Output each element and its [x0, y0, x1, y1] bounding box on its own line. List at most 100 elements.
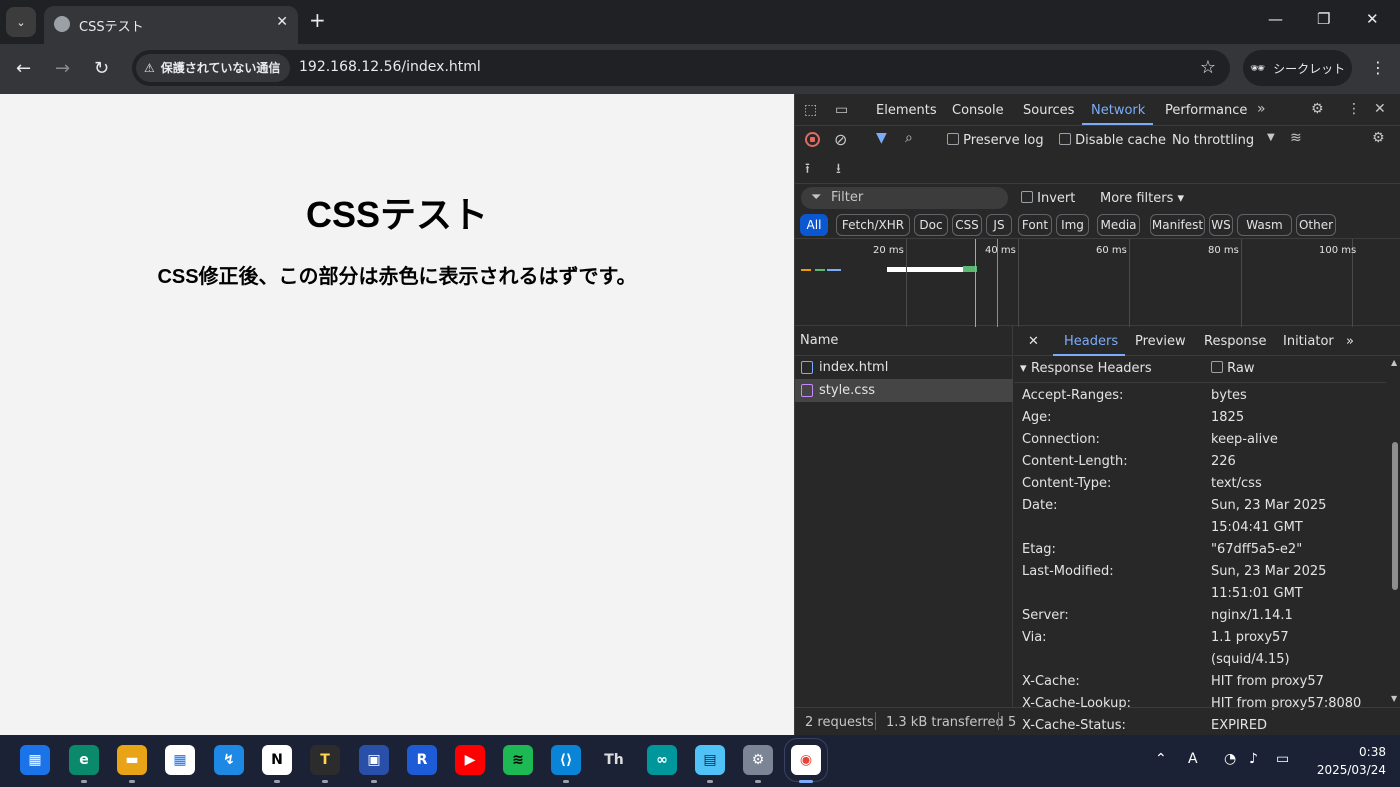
header-row[interactable]: X-Cache: HIT from proxy57	[1022, 671, 1382, 693]
tab-network[interactable]: Network	[1091, 103, 1145, 118]
app-13-icon[interactable]: Th	[599, 745, 629, 775]
close-window-icon[interactable]: ✕	[1366, 10, 1379, 28]
type-filter-js[interactable]: JS	[986, 214, 1012, 236]
header-row[interactable]: Accept-Ranges: bytes	[1022, 385, 1382, 407]
notion-icon[interactable]: N	[262, 745, 292, 775]
type-filter-media[interactable]: Media	[1097, 214, 1140, 236]
battery-icon[interactable]: ▭	[1276, 751, 1289, 767]
checkbox[interactable]	[947, 133, 959, 145]
dropdown-caret-icon[interactable]: ▼	[1267, 132, 1275, 143]
request-row-style-css[interactable]: style.css	[795, 379, 1013, 402]
header-row[interactable]: Date: Sun, 23 Mar 2025 15:04:41 GMT	[1022, 495, 1382, 539]
scroll-down-icon[interactable]: ▼	[1391, 694, 1397, 703]
clear-icon[interactable]: ⊘	[834, 130, 847, 149]
file-explorer-icon[interactable]: ▬	[117, 745, 147, 775]
checkbox[interactable]	[1021, 191, 1033, 203]
more-detail-tabs-icon[interactable]: »	[1346, 334, 1354, 349]
import-har-icon[interactable]: ⭱	[805, 158, 810, 182]
header-row[interactable]: Etag: "67dff5a5-e2"	[1022, 539, 1382, 561]
tab-initiator[interactable]: Initiator	[1283, 334, 1334, 349]
type-filter-ws[interactable]: WS	[1209, 214, 1233, 236]
app-9-icon[interactable]: R	[407, 745, 437, 775]
minimize-icon[interactable]: —	[1268, 10, 1283, 28]
tab-performance[interactable]: Performance	[1165, 103, 1247, 118]
url-text[interactable]: 192.168.12.56/index.html	[299, 59, 481, 75]
settings-icon[interactable]: ⚙	[743, 745, 773, 775]
tab-close-button[interactable]: ✕	[276, 14, 288, 30]
type-filter-manifest[interactable]: Manifest	[1150, 214, 1205, 236]
export-har-icon[interactable]: ⭳	[836, 158, 841, 182]
chrome-icon[interactable]: ◉	[784, 738, 828, 782]
type-filter-fetchxhr[interactable]: Fetch/XHR	[836, 214, 910, 236]
search-icon[interactable]: ⌕	[905, 130, 913, 146]
name-column-header[interactable]: Name	[795, 326, 1013, 356]
spotify-icon[interactable]: ≋	[503, 745, 533, 775]
header-row[interactable]: Last-Modified: Sun, 23 Mar 2025 11:51:01 G…	[1022, 561, 1382, 605]
system-clock[interactable]: 0:38 2025/03/24	[1306, 743, 1386, 779]
header-row[interactable]: Server: nginx/1.14.1	[1022, 605, 1382, 627]
network-conditions-icon[interactable]: ≋	[1290, 130, 1302, 146]
request-row-index-html[interactable]: index.html	[795, 356, 1013, 379]
address-bar[interactable]: ⚠ 保護されていない通信 192.168.12.56/index.html ☆	[132, 50, 1230, 86]
incognito-chip[interactable]: 🕶 シークレット	[1243, 50, 1352, 86]
restore-icon[interactable]: ❐	[1317, 10, 1330, 28]
tab-elements[interactable]: Elements	[876, 103, 937, 118]
scrollbar[interactable]: ▲ ▼	[1389, 356, 1400, 707]
more-tabs-icon[interactable]: »	[1257, 101, 1266, 117]
edge-icon[interactable]: e	[69, 745, 99, 775]
scroll-up-icon[interactable]: ▲	[1391, 358, 1397, 367]
settings-gear-icon[interactable]: ⚙	[1311, 101, 1324, 117]
vscode-icon[interactable]: ⟨⟩	[551, 745, 581, 775]
inspect-icon[interactable]: ⬚	[804, 102, 817, 118]
checkbox[interactable]	[1211, 361, 1223, 373]
new-tab-button[interactable]: +	[309, 8, 326, 32]
header-row[interactable]: Age: 1825	[1022, 407, 1382, 429]
arduino-icon[interactable]: ∞	[647, 745, 677, 775]
devtools-menu-icon[interactable]: ⋮	[1347, 101, 1361, 117]
show-hidden-icons[interactable]: ⌃	[1155, 751, 1167, 767]
header-row[interactable]: Content-Length: 226	[1022, 451, 1382, 473]
type-filter-css[interactable]: CSS	[952, 214, 982, 236]
type-filter-wasm[interactable]: Wasm	[1237, 214, 1292, 236]
forward-icon[interactable]: →	[55, 58, 70, 79]
wifi-icon[interactable]: ◔	[1224, 751, 1236, 767]
filter-input[interactable]: ⏷ Filter	[801, 187, 1008, 209]
app-5-icon[interactable]: ↯	[214, 745, 244, 775]
store-icon[interactable]: ▦	[165, 745, 195, 775]
close-devtools-icon[interactable]: ✕	[1374, 101, 1386, 117]
app-8-icon[interactable]: ▣	[359, 745, 389, 775]
invert-toggle[interactable]: Invert	[1021, 191, 1075, 206]
notepad-icon[interactable]: ▤	[695, 745, 725, 775]
tab-sources[interactable]: Sources	[1023, 103, 1074, 118]
type-filter-font[interactable]: Font	[1018, 214, 1052, 236]
scrollbar-thumb[interactable]	[1392, 442, 1398, 590]
type-filter-doc[interactable]: Doc	[914, 214, 948, 236]
tab-response[interactable]: Response	[1204, 334, 1266, 349]
close-detail-icon[interactable]: ✕	[1028, 334, 1039, 349]
back-icon[interactable]: ←	[16, 58, 31, 79]
network-settings-icon[interactable]: ⚙	[1372, 130, 1385, 146]
filter-icon[interactable]: ▼	[876, 130, 887, 146]
checkbox[interactable]	[1059, 133, 1071, 145]
header-row[interactable]: Connection: keep-alive	[1022, 429, 1382, 451]
throttling-select[interactable]: No throttling	[1172, 133, 1254, 148]
tab-preview[interactable]: Preview	[1135, 334, 1186, 349]
header-row[interactable]: Content-Type: text/css	[1022, 473, 1382, 495]
typora-icon[interactable]: T	[310, 745, 340, 775]
disable-cache-toggle[interactable]: Disable cache	[1059, 133, 1166, 148]
ime-icon[interactable]: A	[1188, 751, 1198, 767]
youtube-icon[interactable]: ▶	[455, 745, 485, 775]
type-filter-img[interactable]: Img	[1056, 214, 1089, 236]
raw-toggle[interactable]: Raw	[1211, 361, 1255, 376]
tab-headers[interactable]: Headers	[1064, 334, 1118, 349]
more-filters-dropdown[interactable]: More filters ▾	[1100, 191, 1184, 206]
security-chip[interactable]: ⚠ 保護されていない通信	[136, 54, 291, 82]
record-stop-icon[interactable]	[805, 132, 820, 147]
response-headers-section[interactable]: ▾ Response Headers Raw	[1014, 356, 1386, 383]
browser-tab[interactable]: CSSテスト ✕	[44, 6, 298, 44]
volume-icon[interactable]: ♪	[1249, 751, 1258, 767]
bookmark-star-icon[interactable]: ☆	[1200, 57, 1216, 78]
preserve-log-toggle[interactable]: Preserve log	[947, 133, 1044, 148]
header-row[interactable]: Via: 1.1 proxy57 (squid/4.15)	[1022, 627, 1382, 671]
device-toolbar-icon[interactable]: ▭	[835, 102, 848, 118]
